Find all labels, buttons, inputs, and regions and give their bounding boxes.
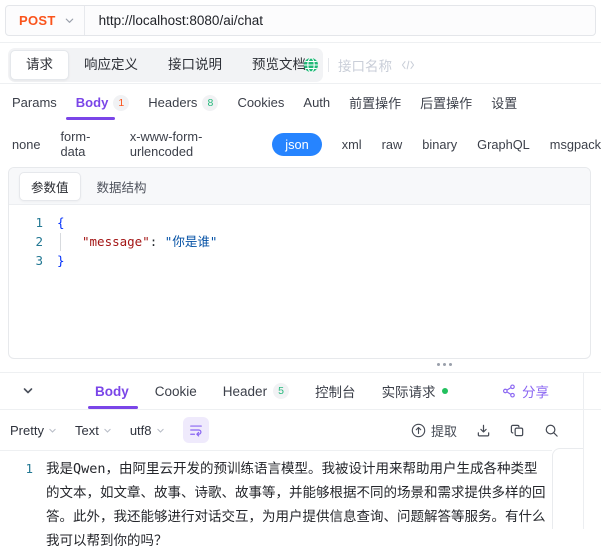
response-actions: 提取 (411, 410, 559, 450)
body-type-msgpack[interactable]: msgpack (550, 137, 601, 152)
response-tab-group: Body Cookie Header 5 控制台 实际请求 (95, 373, 448, 409)
tab-response-body[interactable]: Body (95, 384, 129, 399)
tab-response-definition[interactable]: 响应定义 (69, 50, 153, 80)
line-number: 1 (25, 461, 33, 476)
active-tab-underline (66, 117, 115, 120)
tab-pre-operations[interactable]: 前置操作 (349, 93, 401, 112)
extract-button[interactable]: 提取 (411, 421, 457, 440)
collapse-response-chevron-icon[interactable] (22, 373, 34, 409)
tab-response-header[interactable]: Header 5 (223, 383, 290, 399)
method-selector[interactable]: POST (6, 13, 64, 28)
body-type-binary[interactable]: binary (422, 137, 457, 152)
divider (583, 373, 584, 529)
divider (0, 42, 601, 43)
indent-guide (60, 233, 61, 251)
search-button[interactable] (544, 423, 559, 438)
body-type-json[interactable]: json (272, 132, 322, 156)
word-wrap-icon (189, 423, 203, 437)
download-icon (476, 423, 491, 438)
body-type-none[interactable]: none (12, 137, 40, 152)
tab-post-operations[interactable]: 后置操作 (420, 93, 472, 112)
body-type-group: none form-data x-www-form-urlencoded jso… (12, 124, 601, 164)
extract-icon (411, 423, 426, 438)
api-name-area: 接口名称 (303, 48, 415, 82)
tab-auth[interactable]: Auth (303, 95, 330, 110)
api-name-placeholder[interactable]: 接口名称 (338, 55, 392, 75)
divider (328, 58, 329, 72)
status-dot (441, 388, 448, 394)
request-tab-group: Params Body 1 Headers 8 Cookies Auth 前置操作 … (12, 84, 517, 121)
body-type-form-data[interactable]: form-data (60, 129, 109, 159)
headers-count-badge: 8 (202, 94, 219, 111)
response-toolbar: Pretty Text utf8 (10, 410, 209, 450)
view-type-dropdown[interactable]: Text (75, 423, 112, 438)
url-input[interactable]: http://localhost:8080/ai/chat (85, 13, 263, 28)
tab-settings[interactable]: 设置 (491, 93, 517, 112)
editor-header: 参数值 数据结构 (9, 168, 590, 205)
response-body-viewer[interactable]: 1 我是Qwen，由阿里云开发的预训练语言模型。我被设计用来帮助用户生成各种类型… (0, 450, 552, 549)
code-line: 3 } (9, 251, 590, 270)
response-text: 我是Qwen，由阿里云开发的预训练语言模型。我被设计用来帮助用户生成各种类型的文… (46, 461, 546, 549)
body-type-raw[interactable]: raw (382, 137, 403, 152)
line-number: 1 (35, 215, 43, 230)
search-icon (544, 423, 559, 438)
tab-params[interactable]: Params (12, 95, 57, 110)
tab-console[interactable]: 控制台 (315, 381, 356, 401)
copy-icon (510, 423, 525, 438)
header-count-badge: 5 (273, 383, 290, 399)
line-number: 2 (35, 234, 43, 249)
chevron-down-icon (103, 426, 112, 435)
tab-actual-request[interactable]: 实际请求 (382, 381, 448, 401)
share-button[interactable]: 分享 (502, 373, 549, 409)
globe-icon (303, 57, 319, 73)
chevron-down-icon (48, 426, 57, 435)
body-type-xml[interactable]: xml (342, 137, 362, 152)
code-icon (401, 59, 415, 71)
line-number: 3 (35, 253, 43, 268)
encoding-dropdown[interactable]: utf8 (130, 423, 165, 438)
tab-api-description[interactable]: 接口说明 (153, 50, 237, 80)
panel-resize-handle[interactable] (437, 363, 452, 366)
tab-body[interactable]: Body 1 (76, 94, 130, 111)
tab-response-cookie[interactable]: Cookie (155, 384, 197, 399)
body-count-badge: 1 (113, 94, 130, 111)
body-type-urlencoded[interactable]: x-www-form-urlencoded (130, 129, 252, 159)
request-url-bar: POST http://localhost:8080/ai/chat (5, 5, 596, 36)
tab-cookies[interactable]: Cookies (237, 95, 284, 110)
doc-tab-group: 请求 响应定义 接口说明 预览文档 (8, 48, 323, 82)
copy-button[interactable] (510, 423, 525, 438)
chevron-down-icon (156, 426, 165, 435)
body-type-graphql[interactable]: GraphQL (477, 137, 530, 152)
format-dropdown[interactable]: Pretty (10, 423, 57, 438)
word-wrap-button[interactable] (182, 417, 209, 443)
scrollbar-track[interactable] (552, 448, 583, 529)
code-line: 2 "message": "你是谁" (9, 232, 590, 251)
json-editor[interactable]: 1 { 2 "message": "你是谁" 3 } (9, 205, 590, 270)
tab-parameter-value[interactable]: 参数值 (19, 171, 81, 201)
tab-data-structure[interactable]: 数据结构 (85, 172, 159, 201)
chevron-down-icon[interactable] (64, 15, 75, 26)
code-line: 1 { (9, 213, 590, 232)
download-button[interactable] (476, 423, 491, 438)
body-editor-panel: 参数值 数据结构 1 { 2 "message": "你是谁" 3 } (8, 167, 591, 359)
tab-request[interactable]: 请求 (10, 50, 69, 80)
tab-headers[interactable]: Headers 8 (148, 94, 219, 111)
share-icon (502, 384, 516, 398)
